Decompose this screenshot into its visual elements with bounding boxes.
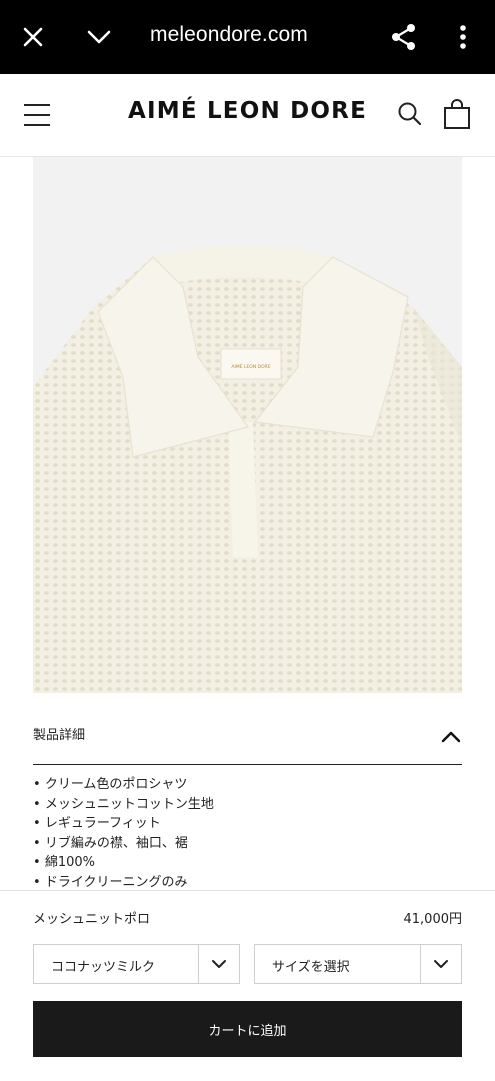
more-options-icon[interactable]: [445, 19, 481, 55]
site-header: AIMÉ LEON DORE: [0, 74, 495, 157]
close-icon[interactable]: [15, 19, 51, 55]
url-text[interactable]: meleondore.com: [150, 20, 308, 50]
details-title: 製品詳細: [33, 728, 86, 743]
size-value: サイズを選択: [272, 960, 350, 975]
details-list: クリーム色のポロシャツ メッシュニットコットン生地 レギュラーフィット リブ編み…: [33, 775, 214, 892]
list-item: リブ編みの襟、袖口、裾: [33, 834, 214, 854]
list-item: レギュラーフィット: [33, 814, 214, 834]
list-item: 綿100%: [33, 853, 214, 873]
chevron-up-icon[interactable]: [440, 726, 462, 748]
list-item: メッシュニットコットン生地: [33, 795, 214, 815]
chevron-down-icon[interactable]: [431, 954, 451, 974]
select-divider: [198, 945, 199, 983]
color-select[interactable]: ココナッツミルク: [33, 944, 240, 984]
share-icon[interactable]: [386, 19, 422, 55]
search-icon[interactable]: [396, 100, 424, 128]
product-image[interactable]: AIMÉ LEON DORE: [33, 157, 462, 693]
product-price: 41,000円: [403, 912, 463, 927]
chevron-down-icon[interactable]: [209, 954, 229, 974]
color-value: ココナッツミルク: [51, 960, 156, 975]
chevron-down-icon[interactable]: [81, 19, 117, 55]
product-details-accordion[interactable]: 製品詳細: [33, 712, 462, 765]
list-item: クリーム色のポロシャツ: [33, 775, 214, 795]
browser-toolbar: meleondore.com: [0, 0, 495, 74]
product-name: メッシュニットポロ: [33, 912, 151, 927]
select-divider: [420, 945, 421, 983]
purchase-bar: メッシュニットポロ 41,000円 ココナッツミルク サイズを選択 カートに追加: [0, 890, 495, 1081]
add-to-cart-button[interactable]: カートに追加: [33, 1001, 462, 1057]
size-select[interactable]: サイズを選択: [254, 944, 462, 984]
shopping-bag-icon[interactable]: [443, 98, 471, 130]
